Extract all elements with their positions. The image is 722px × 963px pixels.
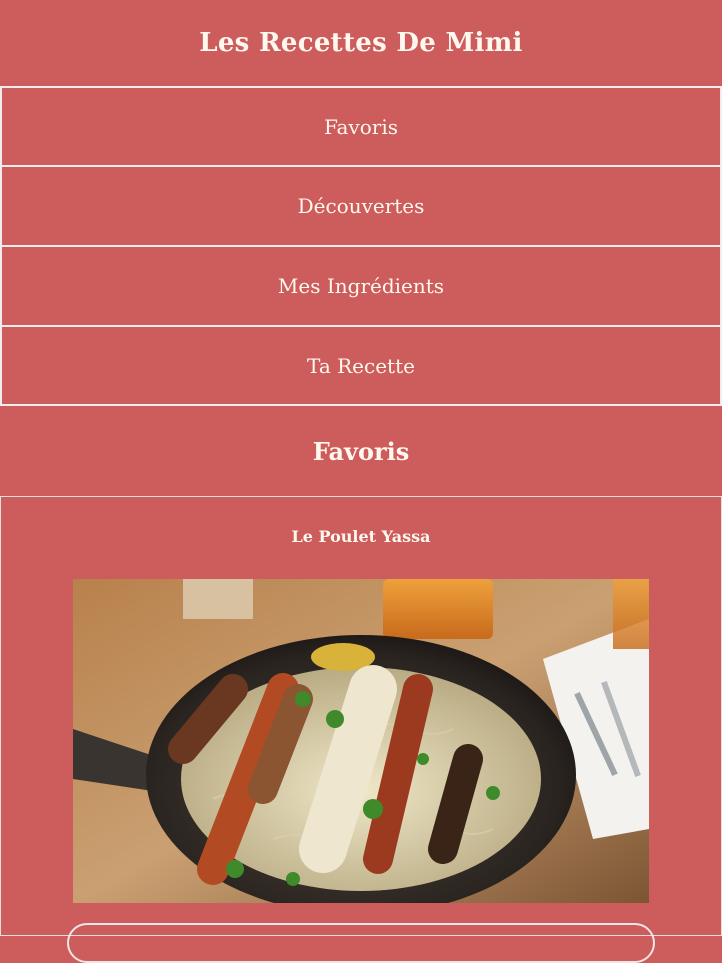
section-heading: Favoris [0, 406, 722, 496]
nav-item-ta-recette[interactable]: Ta Recette [0, 326, 722, 406]
recipe-title: Le Poulet Yassa [291, 527, 431, 546]
nav-item-label: Mes Ingrédients [277, 274, 445, 298]
nav-item-label: Découvertes [297, 194, 425, 218]
nav-item-favoris[interactable]: Favoris [0, 86, 722, 166]
recipe-card: Le Poulet Yassa [0, 496, 722, 963]
recipe-photo [73, 579, 649, 903]
nav-item-label: Favoris [323, 114, 398, 139]
nav-item-label: Ta Recette [307, 353, 415, 378]
recipe-button[interactable] [67, 923, 655, 963]
nav-item-mes-ingredients[interactable]: Mes Ingrédients [0, 246, 722, 326]
app-header: Les Recettes De Mimi [0, 0, 722, 86]
section-title: Favoris [312, 436, 410, 466]
app-title: Les Recettes De Mimi [199, 28, 523, 58]
nav-item-decouvertes[interactable]: Découvertes [0, 166, 722, 246]
main-navigation: Favoris Découvertes Mes Ingrédients Ta R… [0, 86, 722, 406]
